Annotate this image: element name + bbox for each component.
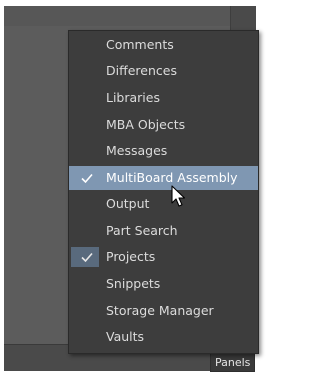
menu-item-vaults[interactable]: Vaults	[69, 325, 258, 349]
menu-item-label: Output	[106, 196, 150, 211]
menu-item-label: Part Search	[106, 223, 178, 238]
menu-item-label: Messages	[106, 143, 168, 158]
menu-item-label: MBA Objects	[106, 117, 186, 132]
menu-item-messages[interactable]: Messages	[69, 139, 258, 163]
menu-item-multiboard-assembly[interactable]: MultiBoard Assembly	[69, 166, 258, 190]
menu-item-differences[interactable]: Differences	[69, 59, 258, 83]
check-icon	[81, 252, 93, 263]
menu-item-label: Snippets	[106, 276, 161, 291]
check-icon	[81, 173, 93, 184]
menu-item-output[interactable]: Output	[69, 192, 258, 216]
menu-item-label: Differences	[106, 63, 177, 78]
menu-item-comments[interactable]: Comments	[69, 33, 258, 57]
workspace-toolbar	[4, 6, 255, 26]
panels-button[interactable]: Panels	[210, 353, 256, 372]
menu-item-label: Storage Manager	[106, 303, 214, 318]
side-panel-strip	[230, 6, 256, 32]
menu-item-snippets[interactable]: Snippets	[69, 272, 258, 296]
menu-item-storage-manager[interactable]: Storage Manager	[69, 299, 258, 323]
menu-item-label: Vaults	[106, 329, 145, 344]
menu-item-libraries[interactable]: Libraries	[69, 86, 258, 110]
panels-menu: Comments Differences Libraries MBA Objec…	[68, 30, 259, 354]
menu-item-projects[interactable]: Projects	[69, 245, 258, 269]
mouse-pointer-icon	[171, 185, 186, 207]
menu-item-label: Projects	[106, 249, 156, 264]
menu-item-mba-objects[interactable]: MBA Objects	[69, 113, 258, 137]
menu-item-part-search[interactable]: Part Search	[69, 219, 258, 243]
menu-item-label: Libraries	[106, 90, 160, 105]
menu-item-label: Comments	[106, 37, 174, 52]
